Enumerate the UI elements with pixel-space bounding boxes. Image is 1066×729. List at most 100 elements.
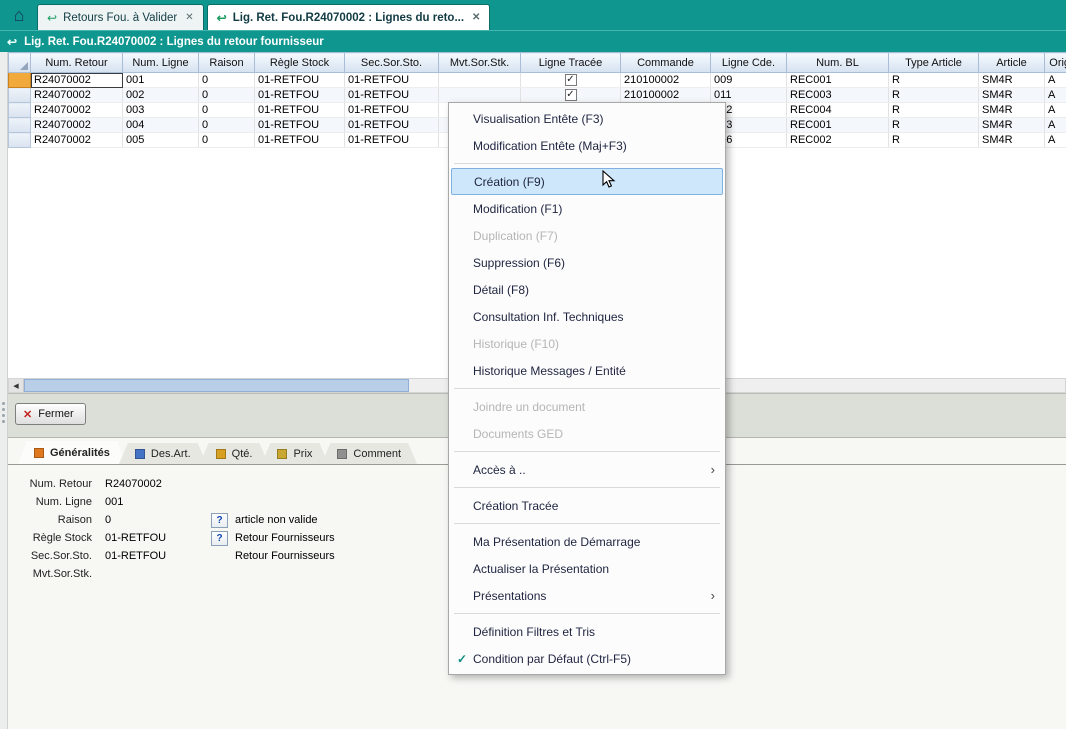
cell-num-ligne[interactable]: 001 (123, 73, 199, 88)
cell-article[interactable]: SM4R (979, 103, 1045, 118)
cell-regle-stock[interactable]: 01-RETFOU (255, 118, 345, 133)
column-header-article[interactable]: Article (979, 53, 1045, 73)
cell-num-ligne[interactable]: 005 (123, 133, 199, 148)
tab-retours-fou-a-valider[interactable]: ↩Retours Fou. à Valider✕ (37, 4, 204, 30)
help-button[interactable]: ? (211, 531, 228, 546)
menu-item-ma-presentation-de-demarrage[interactable]: Ma Présentation de Démarrage (451, 528, 723, 555)
cell-commande[interactable]: 210100002 (621, 73, 711, 88)
cell-sec-sor-sto[interactable]: 01-RETFOU (345, 133, 439, 148)
cell-num-bl[interactable]: REC003 (787, 88, 889, 103)
cell-num-bl[interactable]: REC001 (787, 118, 889, 133)
cell-mvt-sor-stk[interactable] (439, 73, 521, 88)
cell-origine[interactable]: A (1045, 133, 1066, 148)
cell-num-retour[interactable]: R24070002 (31, 133, 123, 148)
column-header-regle-stock[interactable]: Règle Stock (255, 53, 345, 73)
cell-type-article[interactable]: R (889, 118, 979, 133)
cell-commande[interactable]: 210100002 (621, 88, 711, 103)
column-header-commande[interactable]: Commande (621, 53, 711, 73)
home-button[interactable]: ⌂ (4, 0, 34, 30)
cell-num-bl[interactable]: REC002 (787, 133, 889, 148)
menu-item-definition-filtres-et-tris[interactable]: Définition Filtres et Tris (451, 618, 723, 645)
cell-num-ligne[interactable]: 003 (123, 103, 199, 118)
row-selector[interactable] (9, 88, 31, 103)
cell-ligne-tracee[interactable]: ✓ (521, 73, 621, 88)
cell-ligne-cde[interactable]: 011 (711, 88, 787, 103)
detail-tab-comment[interactable]: Comment (321, 443, 417, 464)
menu-item-condition-par-defaut-ctrl-f5[interactable]: ✓Condition par Défaut (Ctrl-F5) (451, 645, 723, 672)
cell-raison[interactable]: 0 (199, 133, 255, 148)
column-header-sec-sor-sto[interactable]: Sec.Sor.Sto. (345, 53, 439, 73)
detail-tab-qte[interactable]: Qté. (200, 443, 269, 464)
scroll-left-button[interactable]: ◀ (9, 379, 24, 392)
menu-item-modification-f1[interactable]: Modification (F1) (451, 195, 723, 222)
cell-num-retour[interactable]: R24070002 (31, 88, 123, 103)
detail-tab-des-art[interactable]: Des.Art. (119, 443, 207, 464)
checkbox-checked[interactable]: ✓ (565, 74, 577, 86)
cell-regle-stock[interactable]: 01-RETFOU (255, 73, 345, 88)
row-selector[interactable] (9, 118, 31, 133)
cell-regle-stock[interactable]: 01-RETFOU (255, 88, 345, 103)
help-button[interactable]: ? (211, 513, 228, 528)
cell-num-ligne[interactable]: 004 (123, 118, 199, 133)
cell-article[interactable]: SM4R (979, 118, 1045, 133)
select-all-corner[interactable] (9, 53, 31, 73)
menu-item-suppression-f6[interactable]: Suppression (F6) (451, 249, 723, 276)
cell-article[interactable]: SM4R (979, 88, 1045, 103)
cell-sec-sor-sto[interactable]: 01-RETFOU (345, 73, 439, 88)
cell-origine[interactable]: A (1045, 73, 1066, 88)
column-header-num-ligne[interactable]: Num. Ligne (123, 53, 199, 73)
scrollbar-thumb[interactable] (24, 379, 409, 392)
column-header-num-retour[interactable]: Num. Retour (31, 53, 123, 73)
menu-item-creation-tracee[interactable]: Création Tracée (451, 492, 723, 519)
column-header-origine[interactable]: Origine (1045, 53, 1066, 73)
menu-item-actualiser-la-presentation[interactable]: Actualiser la Présentation (451, 555, 723, 582)
menu-item-visualisation-entete-f3[interactable]: Visualisation Entête (F3) (451, 105, 723, 132)
column-header-num-bl[interactable]: Num. BL (787, 53, 889, 73)
cell-num-retour[interactable]: R24070002 (31, 118, 123, 133)
cell-num-bl[interactable]: REC004 (787, 103, 889, 118)
cell-raison[interactable]: 0 (199, 73, 255, 88)
cell-raison[interactable]: 0 (199, 118, 255, 133)
cell-ligne-tracee[interactable]: ✓ (521, 88, 621, 103)
cell-regle-stock[interactable]: 01-RETFOU (255, 133, 345, 148)
row-selector[interactable] (9, 103, 31, 118)
cell-sec-sor-sto[interactable]: 01-RETFOU (345, 88, 439, 103)
column-header-type-article[interactable]: Type Article (889, 53, 979, 73)
menu-item-modification-entete-maj-f3[interactable]: Modification Entête (Maj+F3) (451, 132, 723, 159)
cell-type-article[interactable]: R (889, 133, 979, 148)
fermer-button[interactable]: ✕ Fermer (15, 403, 86, 425)
menu-item-historique-messages-entite[interactable]: Historique Messages / Entité (451, 357, 723, 384)
cell-raison[interactable]: 0 (199, 88, 255, 103)
column-header-raison[interactable]: Raison (199, 53, 255, 73)
cell-origine[interactable]: A (1045, 88, 1066, 103)
cell-sec-sor-sto[interactable]: 01-RETFOU (345, 103, 439, 118)
cell-type-article[interactable]: R (889, 88, 979, 103)
column-header-mvt-sor-stk[interactable]: Mvt.Sor.Stk. (439, 53, 521, 73)
cell-type-article[interactable]: R (889, 73, 979, 88)
menu-item-presentations[interactable]: Présentations› (451, 582, 723, 609)
tab-lig-ret-fou-r24070002-lignes-du-reto[interactable]: ↩Lig. Ret. Fou.R24070002 : Lignes du ret… (207, 4, 491, 30)
row-selector[interactable] (9, 133, 31, 148)
column-header-ligne-cde[interactable]: Ligne Cde. (711, 53, 787, 73)
cell-article[interactable]: SM4R (979, 73, 1045, 88)
cell-ligne-cde[interactable]: 009 (711, 73, 787, 88)
cell-origine[interactable]: A (1045, 118, 1066, 133)
detail-tab-prix[interactable]: Prix (261, 443, 328, 464)
menu-item-acces-a[interactable]: Accès à ..› (451, 456, 723, 483)
cell-origine[interactable]: A (1045, 103, 1066, 118)
left-splitter[interactable] (0, 52, 8, 729)
detail-tab-generalites[interactable]: Généralités (18, 441, 126, 464)
cell-num-ligne[interactable]: 002 (123, 88, 199, 103)
cell-type-article[interactable]: R (889, 103, 979, 118)
row-selector[interactable] (9, 73, 31, 88)
cell-article[interactable]: SM4R (979, 133, 1045, 148)
menu-item-creation-f9[interactable]: Création (F9) (451, 168, 723, 195)
cell-num-retour[interactable]: R24070002 (31, 103, 123, 118)
cell-num-bl[interactable]: REC001 (787, 73, 889, 88)
tab-close-icon[interactable]: ✕ (472, 12, 480, 23)
cell-sec-sor-sto[interactable]: 01-RETFOU (345, 118, 439, 133)
cell-num-retour[interactable]: R24070002 (31, 73, 123, 88)
cell-raison[interactable]: 0 (199, 103, 255, 118)
menu-item-consultation-inf-techniques[interactable]: Consultation Inf. Techniques (451, 303, 723, 330)
checkbox-checked[interactable]: ✓ (565, 89, 577, 101)
